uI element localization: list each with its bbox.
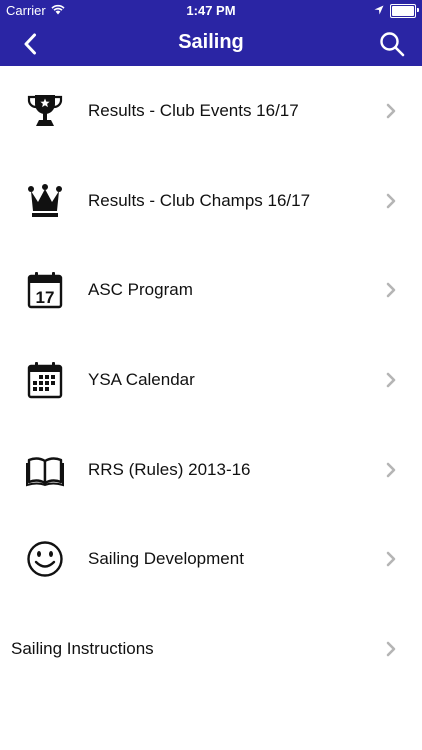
status-bar: Carrier 1:47 PM — [0, 0, 422, 22]
chevron-left-icon — [24, 33, 36, 55]
chevron-right-icon — [385, 103, 397, 119]
list-item-rrs-rules[interactable]: RRS (Rules) 2013-16 — [0, 425, 422, 515]
list-item-label: YSA Calendar — [88, 369, 195, 389]
chevron-right-icon — [385, 551, 397, 567]
calendar-grid-icon — [26, 361, 64, 399]
book-icon — [26, 451, 64, 489]
nav-bar: Sailing — [0, 22, 422, 66]
list-item-asc-program[interactable]: 17 ASC Program — [0, 245, 422, 335]
list-item-label: Sailing Development — [88, 549, 244, 569]
list-item-label: Results - Club Events 16/17 — [88, 100, 299, 120]
chevron-right-icon — [385, 641, 397, 657]
list-item-label: RRS (Rules) 2013-16 — [88, 459, 251, 479]
list-item-sailing-instructions[interactable]: Sailing Instructions — [0, 604, 422, 694]
location-arrow-icon — [374, 3, 384, 18]
list-item-results-club-events[interactable]: Results - Club Events 16/17 — [0, 66, 422, 156]
list-item-sailing-development[interactable]: Sailing Development — [0, 514, 422, 604]
trophy-icon — [26, 92, 64, 130]
list-item-ysa-calendar[interactable]: YSA Calendar — [0, 335, 422, 425]
page-title: Sailing — [178, 31, 244, 53]
list-item-results-club-champs[interactable]: Results - Club Champs 16/17 — [0, 156, 422, 246]
svg-text:17: 17 — [36, 288, 55, 307]
status-time: 1:47 PM — [186, 3, 236, 18]
menu-list: Results - Club Events 16/17 Results - Cl… — [0, 66, 422, 694]
smiley-icon — [26, 540, 64, 578]
search-button[interactable] — [376, 28, 408, 60]
app-header: Carrier 1:47 PM Sailing — [0, 0, 422, 66]
chevron-right-icon — [385, 462, 397, 478]
search-icon — [380, 32, 405, 57]
battery-icon — [390, 3, 419, 18]
chevron-right-icon — [385, 193, 397, 209]
back-button[interactable] — [16, 30, 44, 58]
list-item-label: ASC Program — [88, 280, 193, 300]
chevron-right-icon — [385, 372, 397, 388]
status-right — [374, 3, 419, 18]
chevron-right-icon — [385, 282, 397, 298]
calendar-day-icon: 17 — [26, 271, 64, 309]
list-item-label: Sailing Instructions — [11, 638, 154, 658]
list-item-label: Results - Club Champs 16/17 — [88, 190, 311, 210]
crown-icon — [26, 182, 64, 220]
